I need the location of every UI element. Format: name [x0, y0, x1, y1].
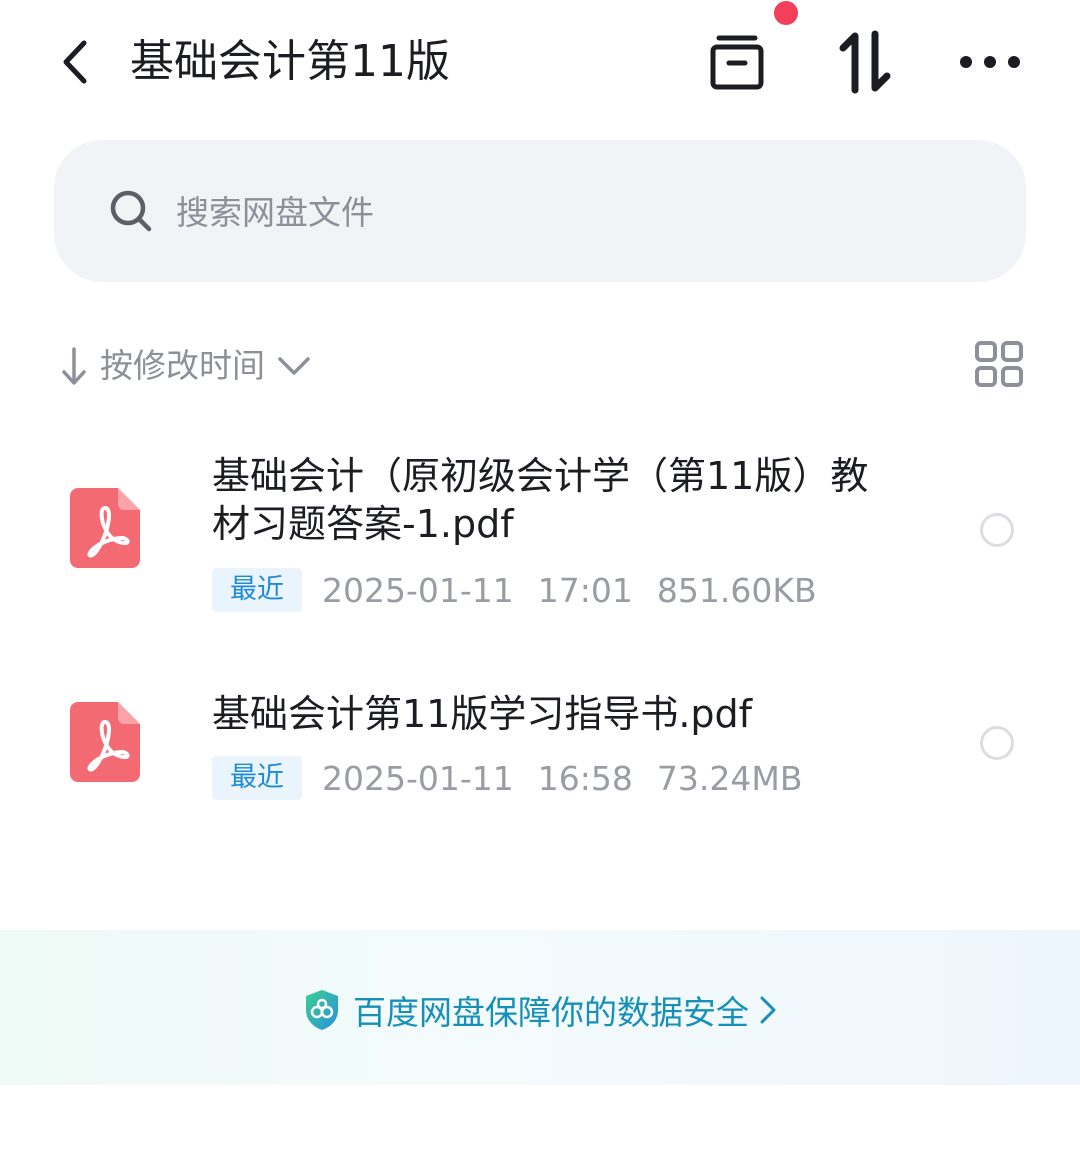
sort-selector[interactable]: 按修改时间 [60, 340, 311, 392]
grid-view-toggle[interactable] [974, 340, 1024, 388]
select-radio[interactable] [980, 726, 1014, 760]
archive-box-icon [710, 35, 764, 90]
pdf-icon [70, 488, 140, 568]
transfer-arrows-icon [839, 30, 891, 94]
select-radio[interactable] [980, 513, 1014, 547]
page: 基础会计第11版 搜索网盘文件 按修改时间 基础会计（原初级会计学（第11版）教… [0, 0, 1080, 1160]
back-arrow-icon [63, 40, 87, 84]
more-button[interactable] [954, 40, 1026, 84]
chevron-down-icon [278, 357, 310, 375]
file-date: 2025-01-11 [322, 570, 514, 610]
file-time: 17:01 [537, 570, 633, 610]
file-name: 基础会计第11版学习指导书.pdf [212, 692, 753, 736]
chevron-right-icon [760, 996, 776, 1024]
sort-down-arrow-icon [62, 347, 86, 385]
transfer-button[interactable] [834, 28, 896, 96]
search-input[interactable] [176, 188, 936, 236]
page-title: 基础会计第11版 [130, 36, 450, 87]
archive-button[interactable] [704, 30, 770, 96]
file-date: 2025-01-11 [322, 758, 514, 798]
file-meta: 最近 2025-01-11 17:01 851.60KB [212, 566, 841, 614]
file-size: 73.24MB [656, 758, 803, 798]
back-button[interactable] [52, 36, 98, 88]
recent-tag: 最近 [212, 756, 302, 800]
security-banner-link[interactable]: 百度网盘保障你的数据安全 [0, 982, 1080, 1038]
top-bar: 基础会计第11版 [0, 0, 1080, 125]
notification-badge [774, 1, 798, 25]
file-list-item[interactable]: 基础会计（原初级会计学（第11版）教材习题答案-1.pdf 最近 2025-01… [0, 440, 1080, 630]
sort-label: 按修改时间 [100, 346, 265, 385]
grid-view-icon [975, 341, 1023, 387]
file-name: 基础会计（原初级会计学（第11版）教材习题答案-1.pdf [212, 454, 869, 546]
file-time: 16:58 [537, 758, 633, 798]
file-list-item[interactable]: 基础会计第11版学习指导书.pdf 最近 2025-01-11 16:58 73… [0, 680, 1080, 820]
shield-icon [306, 990, 338, 1030]
pdf-icon [70, 702, 140, 782]
search-icon [110, 190, 152, 232]
recent-tag: 最近 [212, 568, 302, 612]
security-banner-text: 百度网盘保障你的数据安全 [353, 993, 749, 1032]
file-size: 851.60KB [656, 570, 817, 610]
file-meta: 最近 2025-01-11 16:58 73.24MB [212, 754, 826, 802]
more-dots-icon [960, 56, 1020, 68]
